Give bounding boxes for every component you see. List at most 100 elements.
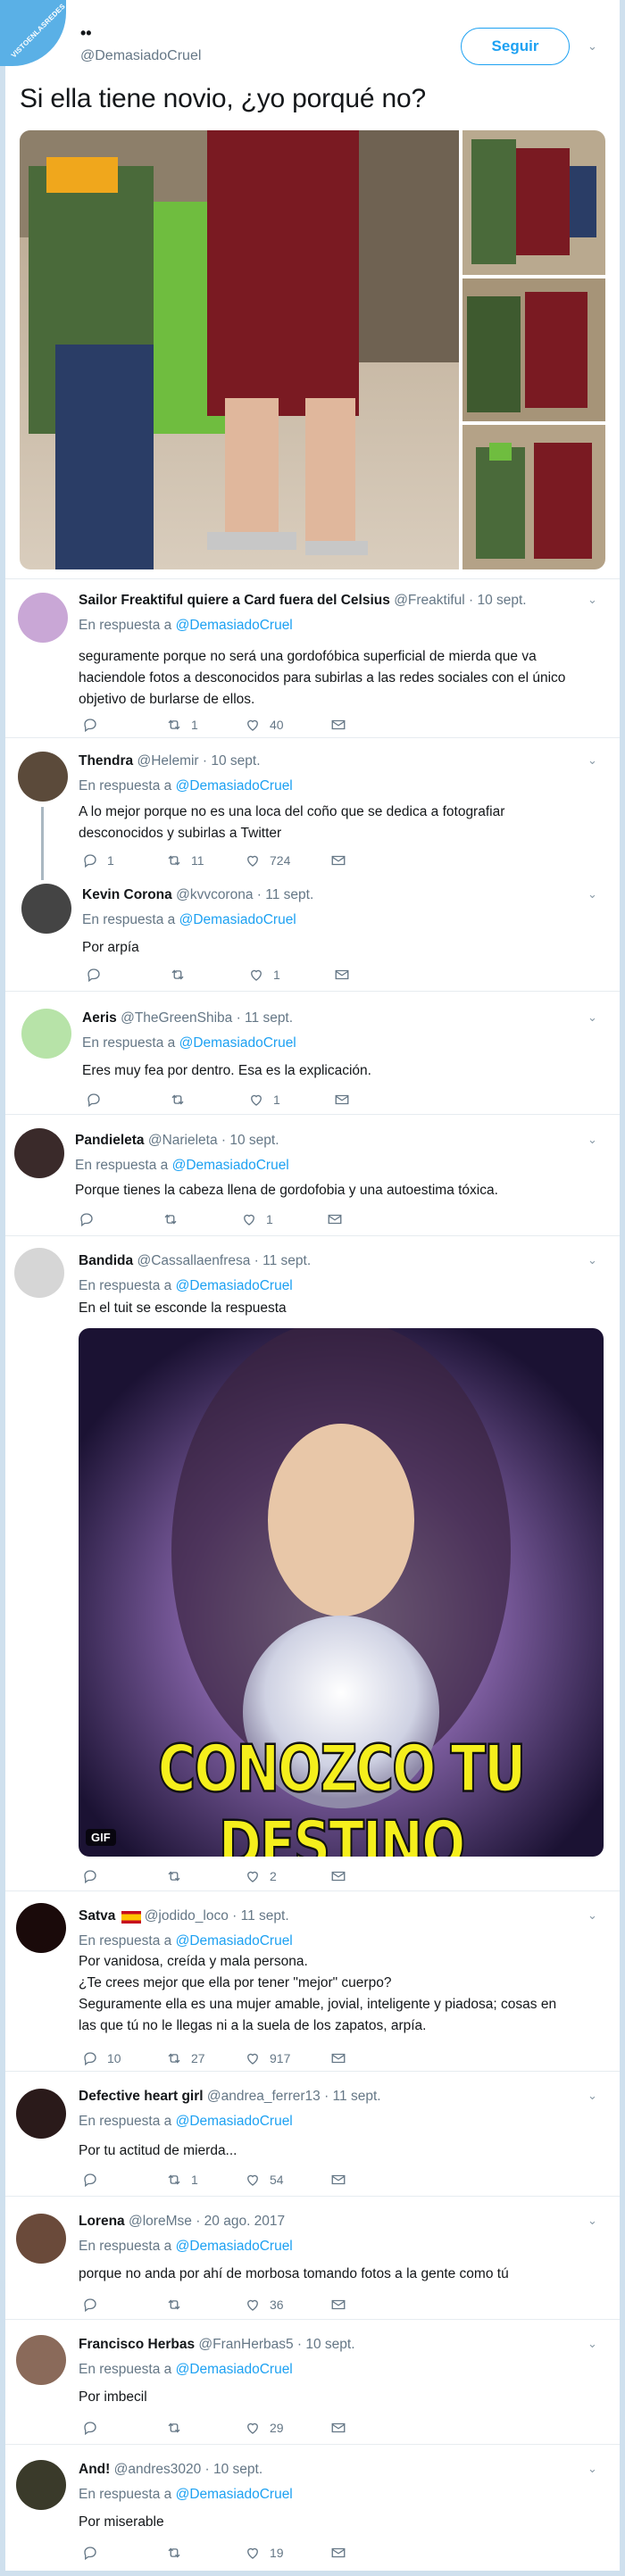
retweet-button[interactable]	[166, 2296, 191, 2314]
retweet-button[interactable]: 1	[166, 716, 198, 734]
like-button[interactable]: 1	[241, 1210, 273, 1228]
reply-author-handle[interactable]: @andres3020	[114, 2462, 202, 2477]
retweet-button[interactable]	[166, 2544, 191, 2562]
direct-message-button[interactable]	[330, 2419, 355, 2437]
photo-thumb-1[interactable]	[462, 130, 605, 275]
retweet-button[interactable]	[170, 966, 195, 984]
photo-thumb-3[interactable]	[462, 425, 605, 569]
avatar[interactable]	[16, 2335, 66, 2385]
reply-header[interactable]: Aeris @TheGreenShiba · 11 sept.	[82, 1010, 293, 1026]
reply-author-name[interactable]: Francisco Herbas	[79, 2337, 195, 2352]
reply-author-handle[interactable]: @jodido_loco	[145, 1908, 229, 1924]
reply-author-name[interactable]: Defective heart girl	[79, 2089, 204, 2104]
reply-author-name[interactable]: And!	[79, 2462, 110, 2477]
reply-author-handle[interactable]: @TheGreenShiba	[121, 1010, 232, 1026]
reply-author-handle[interactable]: @Narieleta	[148, 1133, 218, 1148]
in-reply-to-link[interactable]: @DemasiadoCruel	[176, 1278, 293, 1293]
chevron-down-icon[interactable]: ⌄	[588, 39, 597, 54]
reply-header[interactable]: Defective heart girl @andrea_ferrer13 · …	[79, 2089, 381, 2105]
in-reply-to-link[interactable]: @DemasiadoCruel	[176, 2114, 293, 2129]
chevron-down-icon[interactable]: ⌄	[588, 2089, 597, 2103]
reply-author-name[interactable]: Satva	[79, 1908, 115, 1924]
reply-author-handle[interactable]: @Cassallaenfresa	[137, 1253, 250, 1268]
reply-button[interactable]: 1	[82, 852, 114, 869]
follow-button[interactable]: Seguir	[461, 28, 570, 65]
reply-button[interactable]	[82, 2544, 107, 2562]
like-button[interactable]: 54	[245, 2171, 284, 2189]
chevron-down-icon[interactable]: ⌄	[588, 1010, 597, 1025]
retweet-button[interactable]: 27	[166, 2049, 205, 2067]
reply-timestamp[interactable]: · 11 sept.	[237, 1010, 293, 1026]
retweet-button[interactable]: 11	[166, 852, 204, 869]
reply-header[interactable]: Lorena @loreMse · 20 ago. 2017	[79, 2214, 285, 2230]
direct-message-button[interactable]	[330, 852, 355, 869]
reply-timestamp[interactable]: · 10 sept.	[203, 753, 261, 769]
like-button[interactable]: 1	[248, 966, 280, 984]
chevron-down-icon[interactable]: ⌄	[588, 1908, 597, 1923]
like-button[interactable]: 724	[245, 852, 290, 869]
direct-message-button[interactable]	[334, 1091, 359, 1109]
chevron-down-icon[interactable]: ⌄	[588, 2337, 597, 2351]
reply-header[interactable]: Bandida @Cassallaenfresa · 11 sept.	[79, 1253, 311, 1269]
tweet-author[interactable]: •• @DemasiadoCruel	[80, 25, 201, 64]
reply-button[interactable]	[79, 1210, 104, 1228]
reply-header[interactable]: Francisco Herbas @FranHerbas5 · 10 sept.	[79, 2337, 355, 2353]
like-button[interactable]: 917	[245, 2049, 290, 2067]
direct-message-button[interactable]	[330, 2296, 355, 2314]
like-button[interactable]: 19	[245, 2544, 284, 2562]
reply-author-handle[interactable]: @Freaktiful	[394, 593, 464, 608]
reply-button[interactable]	[82, 1867, 107, 1885]
chevron-down-icon[interactable]: ⌄	[588, 593, 597, 607]
retweet-button[interactable]	[170, 1091, 195, 1109]
reply-author-handle[interactable]: @kvvcorona	[176, 887, 253, 902]
in-reply-to-link[interactable]: @DemasiadoCruel	[176, 778, 293, 794]
author-handle[interactable]: @DemasiadoCruel	[80, 48, 201, 64]
reply-button[interactable]	[82, 2419, 107, 2437]
in-reply-to-link[interactable]: @DemasiadoCruel	[172, 1158, 289, 1173]
in-reply-to-link[interactable]: @DemasiadoCruel	[176, 1933, 293, 1949]
avatar[interactable]	[16, 2460, 66, 2510]
reply-author-handle[interactable]: @andrea_ferrer13	[207, 2089, 321, 2104]
reply-button[interactable]	[86, 1091, 111, 1109]
reply-gif[interactable]: CONOZCO TU DESTINO GIF	[79, 1328, 604, 1857]
reply-author-handle[interactable]: @loreMse	[129, 2214, 192, 2229]
reply-header[interactable]: Thendra @Helemir · 10 sept.	[79, 753, 261, 769]
reply-timestamp[interactable]: · 20 ago. 2017	[196, 2214, 285, 2229]
reply-button[interactable]: 10	[82, 2049, 121, 2067]
direct-message-button[interactable]	[334, 966, 359, 984]
reply-author-handle[interactable]: @FranHerbas5	[198, 2337, 293, 2352]
reply-timestamp[interactable]: · 11 sept.	[254, 1253, 311, 1268]
chevron-down-icon[interactable]: ⌄	[588, 1253, 597, 1267]
avatar[interactable]	[18, 752, 68, 802]
in-reply-to-link[interactable]: @DemasiadoCruel	[176, 2487, 293, 2502]
tweet-photo-grid[interactable]	[20, 130, 605, 569]
retweet-button[interactable]: 1	[166, 2171, 198, 2189]
avatar[interactable]	[16, 1903, 66, 1953]
reply-timestamp[interactable]: · 11 sept.	[232, 1908, 288, 1924]
avatar[interactable]	[21, 1009, 71, 1059]
chevron-down-icon[interactable]: ⌄	[588, 2462, 597, 2476]
reply-author-name[interactable]: Sailor Freaktiful quiere a Card fuera de…	[79, 593, 390, 608]
avatar[interactable]	[14, 1248, 64, 1298]
direct-message-button[interactable]	[330, 2544, 355, 2562]
avatar[interactable]	[21, 884, 71, 934]
reply-timestamp[interactable]: · 11 sept.	[324, 2089, 380, 2104]
chevron-down-icon[interactable]: ⌄	[588, 887, 597, 902]
reply-button[interactable]	[82, 2296, 107, 2314]
reply-author-name[interactable]: Thendra	[79, 753, 133, 769]
reply-timestamp[interactable]: · 10 sept.	[469, 593, 527, 608]
direct-message-button[interactable]	[330, 1867, 355, 1885]
in-reply-to-link[interactable]: @DemasiadoCruel	[176, 2362, 293, 2377]
retweet-button[interactable]	[162, 1210, 188, 1228]
retweet-button[interactable]	[166, 2419, 191, 2437]
reply-author-name[interactable]: Aeris	[82, 1010, 117, 1026]
direct-message-button[interactable]	[330, 2049, 355, 2067]
reply-timestamp[interactable]: · 11 sept.	[257, 887, 313, 902]
reply-button[interactable]	[82, 2171, 107, 2189]
like-button[interactable]: 1	[248, 1091, 280, 1109]
reply-timestamp[interactable]: · 10 sept.	[297, 2337, 355, 2352]
like-button[interactable]: 40	[245, 716, 284, 734]
in-reply-to-link[interactable]: @DemasiadoCruel	[176, 618, 293, 633]
reply-author-name[interactable]: Lorena	[79, 2214, 125, 2229]
reply-header[interactable]: And! @andres3020 · 10 sept.	[79, 2462, 262, 2478]
